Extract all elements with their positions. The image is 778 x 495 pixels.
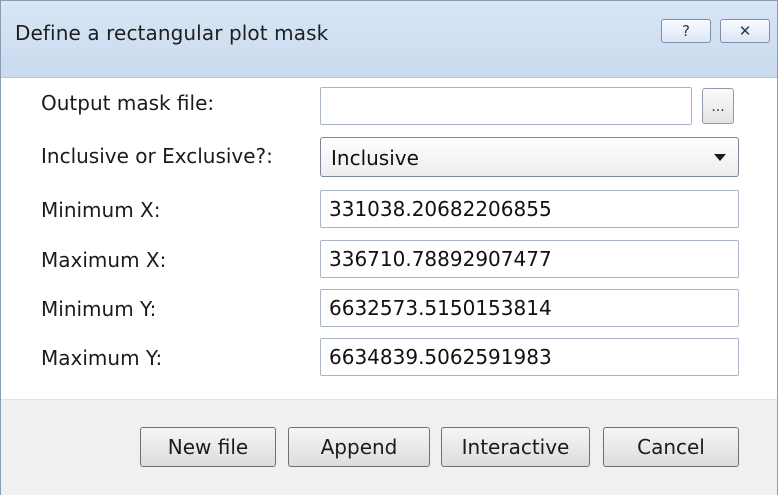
maximum-y-input[interactable]: [320, 338, 739, 376]
button-bar: New file Append Interactive Cancel: [1, 399, 777, 495]
dialog-window: Define a rectangular plot mask ? ✕ Outpu…: [0, 0, 778, 495]
maximum-y-label: Maximum Y:: [41, 346, 163, 370]
ellipsis-icon: ...: [711, 99, 725, 115]
help-button[interactable]: ?: [661, 19, 711, 43]
minimum-y-label: Minimum Y:: [41, 297, 157, 321]
inclusive-exclusive-select[interactable]: Inclusive: [320, 137, 739, 177]
minimum-x-label: Minimum X:: [41, 198, 161, 222]
new-file-button[interactable]: New file: [140, 427, 276, 467]
maximum-x-input[interactable]: [320, 240, 739, 278]
output-mask-file-label: Output mask file:: [41, 91, 215, 115]
browse-button[interactable]: ...: [702, 88, 734, 124]
close-button[interactable]: ✕: [720, 19, 770, 43]
help-icon: ?: [682, 22, 690, 40]
inclusive-exclusive-value: Inclusive: [331, 146, 419, 170]
window-title: Define a rectangular plot mask: [15, 21, 329, 45]
inclusive-exclusive-label: Inclusive or Exclusive?:: [41, 144, 273, 168]
maximum-x-label: Maximum X:: [41, 248, 167, 272]
minimum-x-input[interactable]: [320, 190, 739, 228]
chevron-down-icon: [714, 154, 726, 161]
append-button[interactable]: Append: [288, 427, 430, 467]
close-icon: ✕: [738, 22, 752, 40]
dialog-body: Output mask file: ... Inclusive or Exclu…: [1, 78, 777, 398]
minimum-y-input[interactable]: [320, 289, 739, 327]
interactive-button[interactable]: Interactive: [441, 427, 590, 467]
output-mask-file-input[interactable]: [320, 87, 692, 125]
title-bar[interactable]: Define a rectangular plot mask ? ✕: [1, 1, 777, 78]
cancel-button[interactable]: Cancel: [603, 427, 739, 467]
